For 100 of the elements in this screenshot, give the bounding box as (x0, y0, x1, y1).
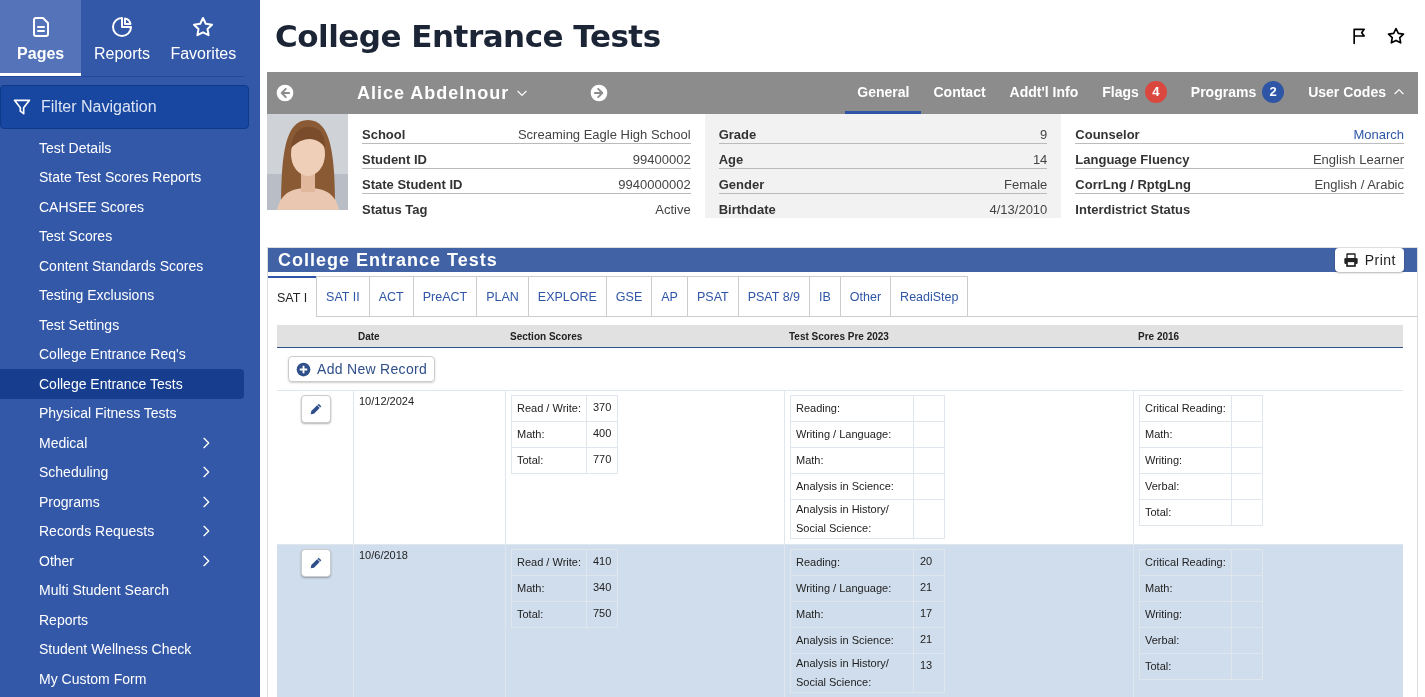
field-label: Gender (718, 177, 765, 192)
score-label: Math: (517, 581, 545, 596)
field-label: Counselor (1075, 127, 1140, 142)
nav-item[interactable]: Physical Fitness Tests (0, 398, 244, 428)
nav-tab[interactable]: Favorites (162, 0, 244, 76)
nav-tab[interactable]: Reports (81, 0, 163, 76)
score-label: Math: (517, 427, 545, 442)
nav-item[interactable]: State Test Scores Reports (0, 162, 244, 192)
score-label: Analysis in History/ Social Science: (796, 656, 890, 690)
date-cell: 10/6/2018 (359, 549, 408, 561)
nav-item[interactable]: Multi Student Search (0, 575, 244, 605)
score-value: 400 (593, 427, 612, 439)
score-label: Writing / Language: (796, 427, 892, 442)
field-label: CorrLng / RptgLng (1075, 177, 1191, 192)
column-header: Date (357, 330, 381, 342)
date-cell: 10/12/2024 (359, 395, 415, 407)
printer-icon (1342, 252, 1359, 268)
score-label: Analysis in Science: (796, 633, 894, 648)
score-value: 770 (593, 453, 612, 465)
column-header: Pre 2016 (1137, 330, 1181, 342)
score-value: 21 (920, 633, 933, 645)
nav-item[interactable]: CAHSEE Scores (0, 192, 244, 222)
field-value: Screaming Eagle High School (517, 127, 691, 142)
score-label: Math: (796, 607, 824, 622)
field-value: 99400002 (632, 152, 691, 167)
field-value: 14 (1032, 152, 1048, 167)
star-icon[interactable] (1386, 26, 1406, 46)
field-value: English / Arabic (1314, 177, 1404, 192)
student-tab[interactable]: Programs 2 (1178, 72, 1297, 114)
score-value: 410 (593, 555, 612, 567)
score-label: Analysis in History/ Social Science: (796, 502, 890, 536)
score-value: 13 (920, 659, 933, 671)
score-label: Read / Write: (517, 555, 581, 570)
add-record-button[interactable]: Add New Record (288, 356, 436, 382)
nav-item[interactable]: My Custom Form (0, 664, 244, 694)
test-tab[interactable]: SAT I (268, 276, 318, 317)
field-label: Student ID (362, 152, 427, 167)
field-link[interactable]: Monarch (1353, 127, 1404, 142)
score-value: 370 (593, 401, 612, 413)
field-label: School (362, 127, 406, 142)
nav-item[interactable]: College Entrance Tests (0, 369, 244, 399)
nav-item[interactable]: Test Settings (0, 310, 244, 340)
score-label: Math: (796, 453, 824, 468)
score-label: Verbal: (1145, 479, 1180, 494)
field-value: 9 (1040, 127, 1048, 142)
nav-item[interactable]: Student Wellness Check (0, 634, 244, 664)
score-value: 17 (920, 607, 933, 619)
score-label: Verbal: (1145, 633, 1180, 648)
test-tab[interactable]: ReadiStep (890, 276, 969, 316)
field-label: Language Fluency (1075, 152, 1190, 167)
nav-item[interactable]: Medical (0, 428, 244, 458)
nav-item[interactable]: Testing Exclusions (0, 280, 244, 310)
score-label: Math: (1145, 581, 1173, 596)
plus-circle-icon (296, 361, 311, 377)
panel-title: College Entrance Tests (278, 249, 499, 271)
nav-item[interactable]: College Entrance Req's (0, 339, 244, 369)
nav-item[interactable]: Other (0, 546, 244, 576)
field-label: Status Tag (362, 202, 428, 217)
score-label: Reading: (796, 401, 841, 416)
score-value: 21 (920, 581, 933, 593)
arrow-left-circle-icon[interactable] (275, 83, 295, 103)
field-value: English Learner (1312, 152, 1404, 167)
student-tab[interactable]: Flags 4 (1090, 72, 1179, 114)
edit-button[interactable] (300, 395, 331, 423)
print-button[interactable]: Print (1334, 248, 1404, 272)
score-label: Read / Write: (517, 401, 581, 416)
filter-field[interactable]: Filter Navigation (0, 85, 249, 129)
nav-item[interactable]: Test Details (0, 133, 244, 163)
field-label: Age (718, 152, 744, 167)
nav-tab[interactable]: Pages (0, 0, 82, 76)
score-value: 750 (593, 607, 612, 619)
column-header: Section Scores (509, 330, 584, 342)
score-value: 20 (920, 555, 933, 567)
count-badge: 2 (1262, 80, 1285, 103)
nav-item[interactable]: Records Requests (0, 516, 244, 546)
score-label: Analysis in Science: (796, 479, 894, 494)
score-value: 340 (593, 581, 612, 593)
pie-chart-icon (110, 14, 134, 39)
field-value: 9940000002 (618, 177, 691, 192)
score-label: Total: (1145, 659, 1172, 674)
field-label: State Student ID (362, 177, 463, 192)
field-label: Birthdate (718, 202, 776, 217)
score-label: Critical Reading: (1145, 555, 1226, 570)
count-badge: 4 (1144, 80, 1167, 103)
nav-item[interactable]: Scheduling (0, 457, 244, 487)
score-label: Total: (517, 453, 544, 468)
score-label: Critical Reading: (1145, 401, 1226, 416)
score-label: Total: (1145, 505, 1172, 520)
column-header: Test Scores Pre 2023 (788, 330, 890, 342)
page-title: College Entrance Tests (275, 18, 662, 54)
edit-button[interactable] (300, 549, 331, 577)
arrow-right-circle-icon[interactable] (589, 83, 610, 103)
score-label: Writing / Language: (796, 581, 892, 596)
nav-item[interactable]: Content Standards Scores (0, 251, 244, 281)
field-value: 4/13/2010 (989, 202, 1048, 217)
nav-item[interactable]: Reports (0, 605, 244, 635)
field-value: Female (1004, 177, 1048, 192)
nav-item[interactable]: Test Scores (0, 221, 244, 251)
nav-item[interactable]: Programs (0, 487, 244, 517)
score-label: Total: (517, 607, 544, 622)
